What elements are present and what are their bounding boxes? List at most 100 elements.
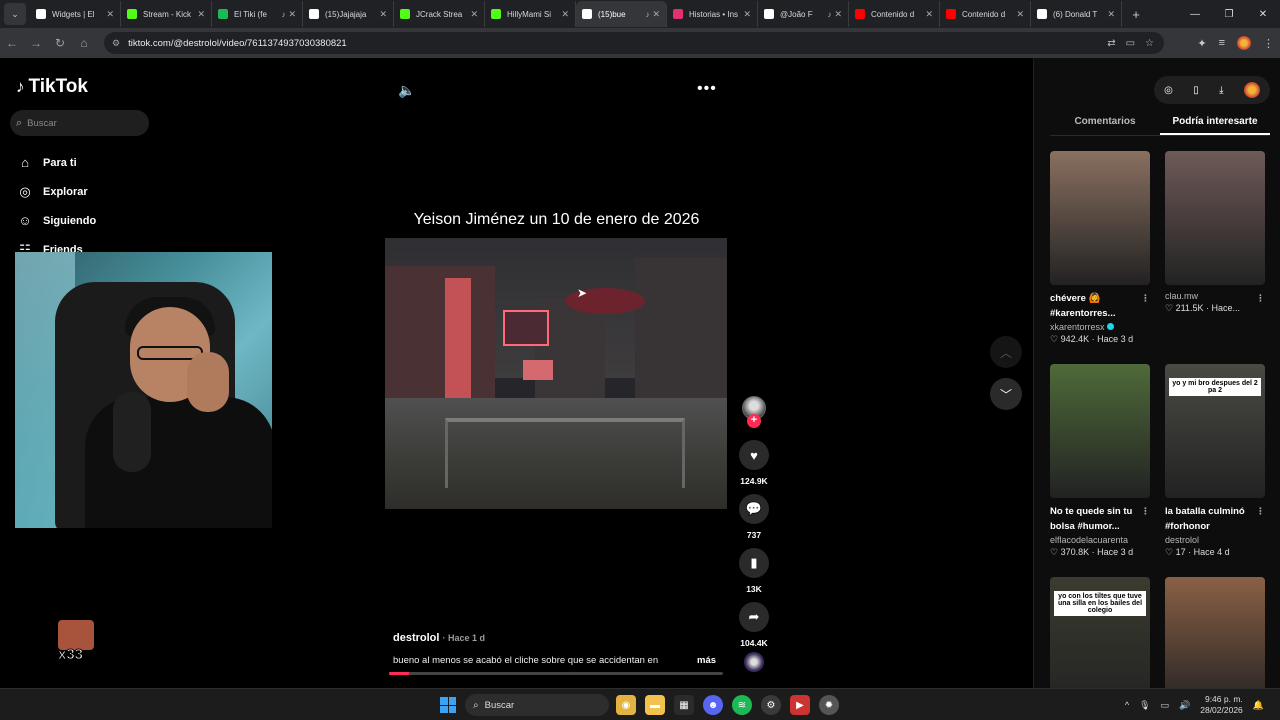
comment-action[interactable]: 💬 737 [736, 494, 772, 540]
more-options-icon[interactable]: ••• [697, 80, 717, 98]
video-player[interactable] [385, 238, 727, 509]
card-author[interactable]: xkarentorresx [1050, 322, 1150, 332]
monitor-icon[interactable]: ▭ [1161, 700, 1170, 711]
browser-tab[interactable]: Historias • Ins ✕ [667, 1, 758, 27]
maximize-button[interactable]: ❐ [1212, 9, 1246, 20]
store-icon[interactable]: ▦ [674, 695, 694, 715]
download-icon[interactable]: ⤓ [1219, 85, 1223, 96]
bookmark-icon[interactable]: ▮ [739, 548, 769, 578]
browser-tab[interactable]: El Tiki (fe ♪ ✕ [212, 1, 303, 27]
spotify-icon[interactable]: ≋ [732, 695, 752, 715]
author-name[interactable]: destrolol [393, 632, 439, 644]
right-tab[interactable]: Podría interesarte [1160, 112, 1270, 135]
video-thumbnail[interactable]: yo y mi bro despues del 2 pa 2 [1165, 364, 1265, 498]
close-tab-icon[interactable]: ✕ [106, 9, 114, 20]
browser-tab[interactable]: Widgets | El ✕ [30, 1, 121, 27]
recommended-video-card[interactable]: ⋮ clau.mw ♡ 211.5K · Hace... [1165, 151, 1265, 314]
card-caption[interactable]: chévere 🙆 #karentorres... ⋮ [1050, 291, 1150, 321]
new-tab-button[interactable]: + [1126, 7, 1146, 22]
close-tab-icon[interactable]: ✕ [561, 9, 569, 20]
windows-start-icon[interactable] [440, 697, 456, 713]
forward-button[interactable]: → [24, 36, 48, 50]
card-caption[interactable]: No te quede sin tu bolsa #humor... ⋮ [1050, 504, 1150, 534]
folder-icon[interactable]: ▬ [645, 695, 665, 715]
close-tab-icon[interactable]: ✕ [379, 9, 387, 20]
cast-icon[interactable]: ▭ [1126, 38, 1135, 49]
like-action[interactable]: ♥ 124.9K [736, 440, 772, 486]
browser-tab[interactable]: (6) Donald T ✕ [1031, 1, 1122, 27]
close-tab-icon[interactable]: ✕ [1107, 9, 1115, 20]
volume-icon[interactable]: 🔈 [398, 82, 415, 99]
video-progress-bar[interactable] [389, 672, 723, 675]
mic-icon[interactable]: 🎙 [1139, 700, 1150, 711]
recommended-video-card[interactable]: chévere 🙆 #karentorres... ⋮ xkarentorresx ♡ … [1050, 151, 1150, 345]
browser-tab[interactable]: (15)bue ♪ ✕ [576, 1, 667, 27]
video-thumbnail[interactable] [1165, 151, 1265, 285]
close-tab-icon[interactable]: ✕ [834, 9, 842, 20]
more-caption-link[interactable]: más [697, 655, 716, 666]
tray-chevron-icon[interactable]: ^ [1125, 700, 1129, 710]
previous-video-button[interactable]: ︿ [990, 336, 1022, 368]
translate-icon[interactable]: ⇄ [1107, 38, 1115, 49]
close-tab-icon[interactable]: ✕ [652, 9, 660, 20]
address-bar[interactable]: ⚙ tiktok.com/@destrolol/video/7611374937… [104, 32, 1164, 54]
steam-icon[interactable]: ⚙ [761, 695, 781, 715]
settings-icon[interactable]: ✹ [819, 695, 839, 715]
right-tab[interactable]: Comentarios [1050, 112, 1160, 135]
search-input[interactable] [27, 117, 138, 129]
card-author[interactable]: clau.mw [1165, 291, 1265, 301]
card-caption[interactable]: la batalla culminó #forhonor ⋮ [1165, 504, 1265, 534]
minimize-button[interactable]: — [1178, 9, 1212, 20]
video-thumbnail[interactable] [1050, 364, 1150, 498]
bookmark-star-icon[interactable]: ☆ [1145, 38, 1154, 49]
card-author[interactable]: destrolol [1165, 535, 1265, 545]
share-action[interactable]: ➦ 104.4K [736, 602, 772, 648]
video-author[interactable]: destrolol · Hace 1 d [393, 632, 485, 644]
tab-audio-icon[interactable]: ♪ [281, 10, 285, 19]
recommended-video-card[interactable]: yo y mi bro despues del 2 pa 2 la batalla… [1165, 364, 1265, 558]
share-icon[interactable]: ➦ [739, 602, 769, 632]
sidebar-item[interactable]: ◎ Explorar [16, 177, 96, 206]
chrome-icon[interactable]: ◉ [616, 695, 636, 715]
media-control-icon[interactable]: ≡ [1219, 37, 1225, 49]
obs-icon[interactable]: ▶ [790, 695, 810, 715]
browser-tab[interactable]: Contenido d ✕ [940, 1, 1031, 27]
close-tab-icon[interactable]: ✕ [925, 9, 933, 20]
recommended-video-card[interactable]: No te quede sin tu bolsa #humor... ⋮ elflac… [1050, 364, 1150, 558]
clock[interactable]: 9:46 p. m. 28/02/2026 [1200, 694, 1243, 716]
user-avatar[interactable] [1243, 82, 1260, 98]
site-info-icon[interactable]: ⚙ [112, 38, 120, 49]
browser-tab[interactable]: (15)Jajajaja ✕ [303, 1, 394, 27]
tab-audio-icon[interactable]: ♪ [827, 10, 831, 19]
card-author[interactable]: elflacodelacuarenta [1050, 535, 1150, 545]
phone-icon[interactable]: ▯ [1193, 85, 1199, 96]
next-video-button[interactable]: ﹀ [990, 378, 1022, 410]
video-thumbnail[interactable] [1050, 151, 1150, 285]
back-button[interactable]: ← [0, 36, 24, 50]
close-tab-icon[interactable]: ✕ [743, 9, 751, 20]
heart-icon[interactable]: ♥ [739, 440, 769, 470]
close-tab-icon[interactable]: ✕ [197, 9, 205, 20]
card-menu-icon[interactable]: ⋮ [1256, 504, 1265, 519]
profile-avatar[interactable] [1237, 36, 1251, 50]
discord-icon[interactable]: ☻ [703, 695, 723, 715]
compass-icon[interactable]: ◎ [1164, 85, 1173, 96]
close-tab-icon[interactable]: ✕ [288, 9, 296, 20]
notifications-icon[interactable]: 🔔 [1253, 700, 1264, 711]
browser-tab[interactable]: @João F ♪ ✕ [758, 1, 849, 27]
comment-icon[interactable]: 💬 [739, 494, 769, 524]
extensions-icon[interactable]: ✦ [1197, 37, 1206, 50]
close-window-button[interactable]: ✕ [1246, 9, 1280, 20]
tab-search-button[interactable]: ⌄ [4, 3, 26, 25]
tiktok-logo[interactable]: ♪ TikTok [16, 76, 88, 98]
browser-tab[interactable]: HillyMami Si ✕ [485, 1, 576, 27]
sidebar-item[interactable]: ⌂ Para ti [16, 148, 96, 177]
browser-tab[interactable]: Contenido d ✕ [849, 1, 940, 27]
card-menu-icon[interactable]: ⋮ [1141, 504, 1150, 519]
browser-menu-icon[interactable]: ⋮ [1263, 37, 1274, 50]
home-button[interactable]: ⌂ [72, 36, 96, 50]
card-menu-icon[interactable]: ⋮ [1141, 291, 1150, 306]
taskbar-search[interactable]: ⌕ Buscar [465, 694, 609, 716]
close-tab-icon[interactable]: ✕ [1016, 9, 1024, 20]
browser-tab[interactable]: Stream - Kick ✕ [121, 1, 212, 27]
